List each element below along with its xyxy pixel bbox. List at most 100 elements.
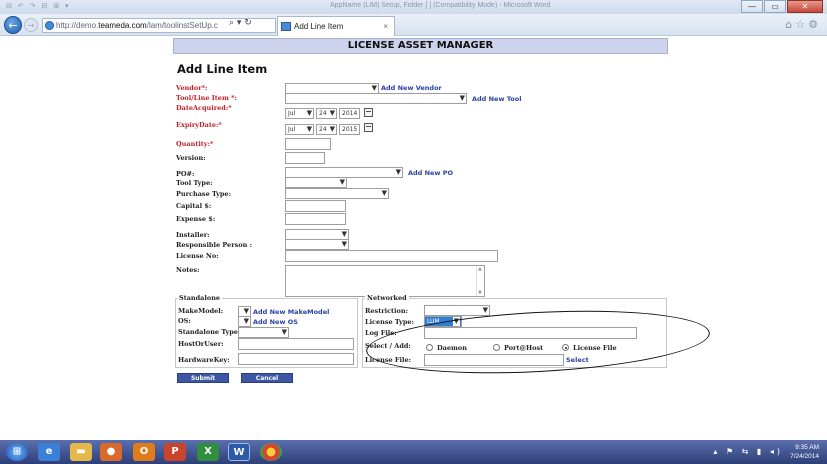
calendar-icon[interactable] (364, 123, 373, 132)
address-path: /lam/toolinstSetUp.c (146, 21, 218, 30)
license-file-input[interactable] (424, 354, 564, 366)
powerpoint-icon[interactable]: P (164, 443, 186, 461)
log-file-label: Log File: (365, 329, 397, 337)
chevron-down-icon: ▼ (459, 94, 465, 102)
calendar-icon[interactable] (364, 108, 373, 117)
scroll-down-icon[interactable]: ▼ (478, 290, 482, 296)
notes-scrollbar[interactable]: ▲ ▼ (476, 266, 484, 296)
quantity-label: Quantity:* (176, 140, 214, 148)
radio-daemon[interactable] (426, 344, 433, 351)
chevron-down-icon: ▼ (243, 317, 249, 325)
outlook-icon[interactable]: O (133, 443, 155, 461)
hardware-key-input[interactable] (238, 353, 354, 365)
excel-icon[interactable]: X (197, 443, 219, 461)
expiry-year-input[interactable]: 2015 (339, 124, 360, 135)
networked-legend: Networked (365, 294, 409, 302)
chevron-down-icon: ▼ (339, 178, 345, 186)
clock-date: 7/24/2014 (790, 453, 819, 460)
system-tray-icons[interactable]: ▴ ⚑ ⇆ ▮ ◂) (713, 447, 783, 456)
purchase-type-select[interactable]: ▼ (285, 188, 389, 199)
restriction-label: Restriction: (365, 307, 408, 315)
expense-input[interactable] (285, 213, 346, 225)
expense-label: Expense $: (176, 215, 216, 223)
internet-explorer-icon[interactable]: e (38, 443, 60, 461)
chevron-down-icon: ▼ (329, 125, 335, 133)
os-select[interactable]: ▼ (238, 316, 251, 327)
back-arrow-icon[interactable]: ← (4, 16, 22, 34)
chevron-down-icon: ▼ (371, 84, 377, 92)
hardware-key-label: HardwareKey: (178, 356, 230, 364)
clock-time: 9:35 AM (795, 444, 819, 451)
restriction-select[interactable]: ▼ (424, 305, 490, 316)
tab-close-icon[interactable]: × (383, 17, 388, 36)
minimize-button[interactable]: — (741, 0, 763, 13)
chevron-down-icon: ▼ (281, 328, 287, 336)
quantity-input[interactable] (285, 138, 331, 150)
word-icon[interactable]: W (228, 443, 250, 461)
os-label: OS: (178, 317, 191, 325)
host-or-user-input[interactable] (238, 338, 354, 350)
makemodel-label: MakeModel: (178, 307, 224, 315)
standalone-type-label: Standalone Type: (178, 328, 241, 336)
date-acquired-year-input[interactable]: 2014 (339, 108, 360, 119)
add-new-os-link[interactable]: Add New OS (253, 318, 298, 326)
add-new-tool-link[interactable]: Add New Tool (472, 95, 521, 103)
file-explorer-icon[interactable]: ▬ (70, 443, 92, 461)
radio-license-file[interactable] (562, 344, 569, 351)
version-input[interactable] (285, 152, 325, 164)
license-no-input[interactable] (285, 250, 498, 262)
clock[interactable]: 9:35 AM 7/24/2014 (790, 443, 819, 461)
browser-navbar: ← → http://demo.teameda.com/lam/toolinst… (0, 14, 827, 36)
app-banner: LICENSE ASSET MANAGER (173, 38, 668, 54)
page-title: Add Line Item (177, 62, 268, 76)
tab-title: Add Line Item (294, 22, 344, 31)
radio-port-host-label: Port@Host (504, 344, 544, 352)
cancel-button[interactable]: Cancel (241, 373, 293, 383)
responsible-person-label: Responsible Person : (176, 241, 253, 249)
close-window-button[interactable]: ✕ (787, 0, 823, 13)
quick-access-toolbar[interactable]: ⊟ ↶ ↷ ⊟ ⊞ ▾ (6, 2, 71, 10)
responsible-person-select[interactable]: ▼ (285, 239, 349, 250)
maximize-button[interactable]: ▭ (764, 0, 786, 13)
chevron-down-icon: ▼ (306, 125, 312, 133)
select-license-file-link[interactable]: Select (566, 356, 589, 364)
chrome-icon[interactable] (260, 443, 282, 461)
submit-button[interactable]: Submit (177, 373, 229, 383)
media-app-icon[interactable]: ● (100, 443, 122, 461)
tool-line-item-label: Tool/Line Item *: (176, 94, 237, 102)
tool-line-item-select[interactable]: ▼ (285, 93, 467, 104)
chevron-down-icon: ▼ (452, 317, 460, 326)
add-new-po-link[interactable]: Add New PO (408, 169, 453, 177)
tool-type-select[interactable]: ▼ (285, 177, 347, 188)
address-tools-icons[interactable]: ⌕ ▾ ↻ (229, 18, 252, 28)
address-prefix: http://demo. (56, 21, 99, 30)
notes-textarea[interactable]: ▲ ▼ (285, 265, 485, 297)
capital-input[interactable] (285, 200, 346, 212)
add-new-makemodel-link[interactable]: Add New MakeModel (253, 308, 329, 316)
expiry-day-select[interactable]: 24 ▼ (316, 124, 337, 135)
log-file-input[interactable] (424, 327, 637, 339)
home-favorites-settings-icons[interactable]: ⌂☆⚙ (785, 18, 821, 31)
date-acquired-month-select[interactable]: Jul ▼ (285, 108, 314, 119)
date-acquired-day-select[interactable]: 24 ▼ (316, 108, 337, 119)
chevron-down-icon: ▼ (341, 230, 347, 238)
expiry-month-select[interactable]: Jul ▼ (285, 124, 314, 135)
license-type-label: License Type: (365, 318, 414, 326)
radio-port-host[interactable] (493, 344, 500, 351)
select-add-label: Select / Add: (365, 342, 411, 350)
chevron-down-icon: ▼ (395, 168, 401, 176)
add-new-vendor-link[interactable]: Add New Vendor (381, 84, 442, 92)
radio-daemon-label: Daemon (437, 344, 467, 352)
license-type-select[interactable]: LUM ▼ (424, 316, 462, 327)
notes-label: Notes: (176, 266, 200, 274)
scroll-up-icon[interactable]: ▲ (478, 266, 482, 272)
standalone-legend: Standalone (177, 294, 223, 302)
forward-arrow-icon[interactable]: → (24, 18, 38, 32)
browser-tab-add-line-item[interactable]: Add Line Item × (277, 16, 395, 36)
license-no-label: License No: (176, 252, 219, 260)
start-orb-icon[interactable]: ⊞ (6, 443, 28, 461)
chevron-down-icon: ▼ (329, 109, 335, 117)
standalone-type-select[interactable]: ▼ (238, 327, 289, 338)
radio-license-file-label: License File (573, 344, 617, 352)
window-controls: — ▭ ✕ (741, 0, 823, 13)
